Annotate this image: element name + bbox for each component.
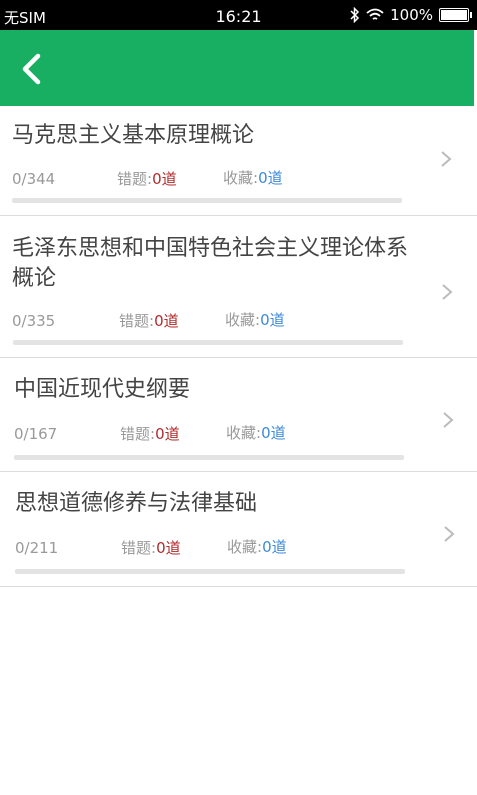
battery-percent: 100% <box>390 6 433 24</box>
progress-bar <box>12 198 402 203</box>
progress-count: 0/211 <box>15 539 59 557</box>
wrong-value: 0道 <box>155 425 180 443</box>
progress-bar <box>15 569 405 574</box>
favorite-value: 0道 <box>258 169 283 187</box>
battery-fill <box>441 10 467 20</box>
progress-bar <box>13 340 403 345</box>
list-item[interactable]: 中国近现代史纲要 0/167 错题:0道 收藏:0道 <box>0 358 477 472</box>
favorite-label: 收藏: <box>225 311 261 329</box>
favorite-label: 收藏: <box>223 169 259 187</box>
wifi-icon <box>366 8 384 20</box>
subject-title: 毛泽东思想和中国特色社会主义理论体系概论 <box>12 236 409 291</box>
wrong-label: 错题: <box>119 312 155 330</box>
favorite-value: 0道 <box>260 311 285 329</box>
status-indicators: 100% <box>350 6 472 24</box>
subject-title: 马克思主义基本原理概论 <box>12 123 255 148</box>
subject-title: 思想道德修养与法律基础 <box>15 491 258 516</box>
subject-title: 中国近现代史纲要 <box>14 377 191 402</box>
list-item[interactable]: 马克思主义基本原理概论 0/344 错题:0道 收藏:0道 <box>0 106 477 216</box>
nav-header <box>0 30 474 106</box>
list-item[interactable]: 毛泽东思想和中国特色社会主义理论体系概论 0/335 错题:0道 收藏:0道 <box>0 216 477 357</box>
favorite-count: 收藏:0道 <box>223 167 283 188</box>
favorite-count: 收藏:0道 <box>226 422 286 443</box>
progress-count: 0/167 <box>14 425 58 443</box>
chevron-right-icon <box>444 526 455 542</box>
back-button[interactable] <box>16 52 50 86</box>
progress-bar <box>14 455 404 460</box>
wrong-label: 错题: <box>121 539 157 557</box>
list-item[interactable]: 思想道德修养与法律基础 0/211 错题:0道 收藏:0道 <box>0 472 477 586</box>
favorite-count: 收藏:0道 <box>225 309 285 330</box>
progress-count: 0/335 <box>12 312 56 330</box>
favorite-label: 收藏: <box>226 424 262 442</box>
divider <box>0 586 477 587</box>
wrong-count: 错题:0道 <box>121 537 181 558</box>
progress-count: 0/344 <box>12 170 56 188</box>
chevron-right-icon <box>443 412 454 428</box>
favorite-label: 收藏: <box>227 538 263 556</box>
bluetooth-icon <box>350 7 360 23</box>
favorite-value: 0道 <box>261 424 286 442</box>
wrong-count: 错题:0道 <box>120 423 180 444</box>
battery-icon <box>439 8 472 22</box>
wrong-label: 错题: <box>117 170 153 188</box>
wrong-value: 0道 <box>154 312 179 330</box>
status-bar: 无SIM 16:21 100% <box>0 0 477 30</box>
favorite-count: 收藏:0道 <box>227 536 287 557</box>
chevron-right-icon <box>441 151 452 167</box>
chevron-left-icon <box>22 53 41 85</box>
wrong-count: 错题:0道 <box>117 168 177 189</box>
wrong-value: 0道 <box>152 170 177 188</box>
wrong-count: 错题:0道 <box>119 310 179 331</box>
wrong-value: 0道 <box>156 539 181 557</box>
chevron-right-icon <box>442 284 453 300</box>
wrong-label: 错题: <box>120 425 156 443</box>
favorite-value: 0道 <box>262 538 287 556</box>
